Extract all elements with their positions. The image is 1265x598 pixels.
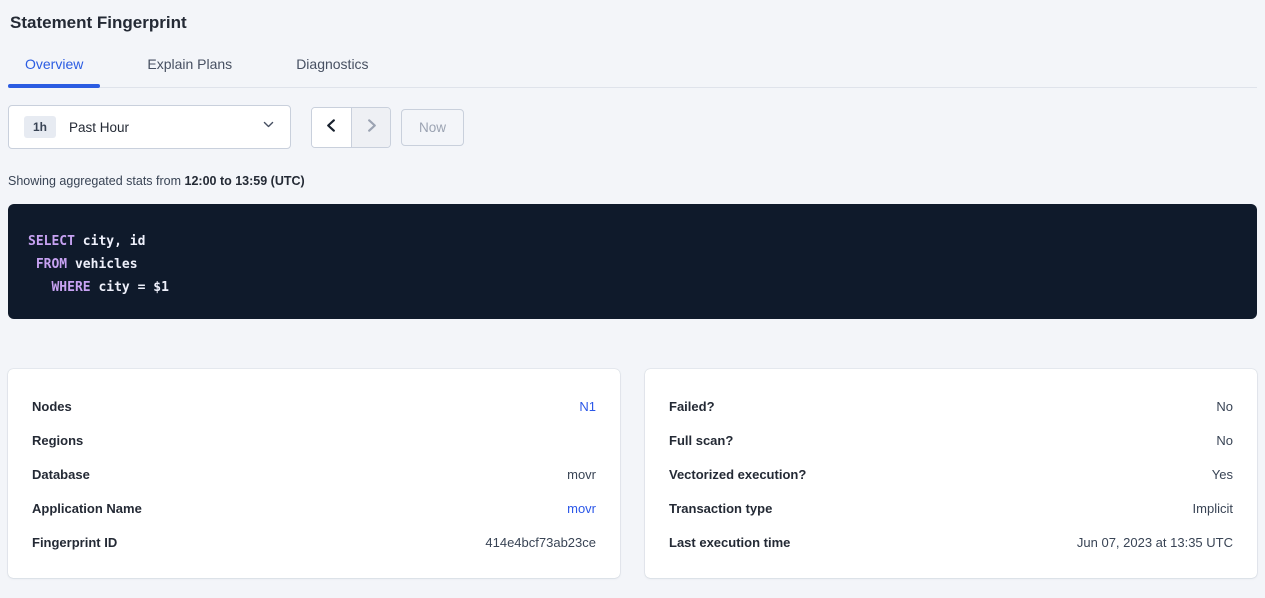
summary-cards: Nodes N1 Regions Database movr Applicati… — [8, 369, 1257, 578]
next-time-button[interactable] — [351, 108, 390, 147]
previous-time-button[interactable] — [312, 108, 351, 147]
table-row: Database movr — [32, 457, 596, 491]
stats-line-prefix: Showing aggregated stats from — [8, 174, 185, 188]
sql-line: SELECT city, id — [28, 230, 1237, 253]
row-value-last-execution-time: Jun 07, 2023 at 13:35 UTC — [1077, 535, 1233, 550]
aggregated-stats-line: Showing aggregated stats from 12:00 to 1… — [8, 174, 1257, 188]
time-range-dropdown[interactable]: 1h Past Hour — [8, 105, 291, 149]
row-value-application-name[interactable]: movr — [567, 501, 596, 516]
row-value-database: movr — [567, 467, 596, 482]
row-label-fingerprint-id: Fingerprint ID — [32, 535, 117, 550]
row-label-regions: Regions — [32, 433, 83, 448]
time-range-badge: 1h — [24, 116, 56, 138]
chevron-down-icon — [262, 118, 275, 136]
row-value-nodes[interactable]: N1 — [579, 399, 596, 414]
time-step-button-group — [311, 107, 391, 148]
tab-bar: Overview Explain Plans Diagnostics — [8, 55, 1257, 88]
sql-keyword: FROM — [36, 257, 67, 272]
table-row: Vectorized execution? Yes — [669, 457, 1233, 491]
table-row: Fingerprint ID 414e4bcf73ab23ce — [32, 525, 596, 559]
time-controls: 1h Past Hour Now — [8, 105, 1257, 149]
table-row: Transaction type Implicit — [669, 491, 1233, 525]
execution-attributes-card: Failed? No Full scan? No Vectorized exec… — [645, 369, 1257, 578]
row-label-nodes: Nodes — [32, 399, 72, 414]
statement-fingerprint-page: Statement Fingerprint Overview Explain P… — [0, 12, 1265, 578]
time-range-label: Past Hour — [69, 120, 262, 135]
row-value-fingerprint-id: 414e4bcf73ab23ce — [485, 535, 596, 550]
table-row: Regions — [32, 423, 596, 457]
sql-statement-box: SELECT city, id FROM vehicles WHERE city… — [8, 204, 1257, 319]
tab-overview[interactable]: Overview — [8, 55, 100, 87]
row-value-transaction-type: Implicit — [1193, 501, 1233, 516]
statement-details-card: Nodes N1 Regions Database movr Applicati… — [8, 369, 620, 578]
sql-line: WHERE city = $1 — [28, 276, 1237, 299]
row-label-failed: Failed? — [669, 399, 715, 414]
table-row: Nodes N1 — [32, 389, 596, 423]
sql-keyword: SELECT — [28, 234, 75, 249]
sql-keyword: WHERE — [51, 280, 90, 295]
row-label-last-execution-time: Last execution time — [669, 535, 790, 550]
sql-line: FROM vehicles — [28, 253, 1237, 276]
stats-line-range: 12:00 to 13:59 (UTC) — [185, 174, 305, 188]
row-label-transaction-type: Transaction type — [669, 501, 772, 516]
chevron-right-icon — [364, 118, 379, 136]
table-row: Failed? No — [669, 389, 1233, 423]
row-value-vectorized-execution: Yes — [1212, 467, 1233, 482]
row-value-full-scan: No — [1216, 433, 1233, 448]
table-row: Application Name movr — [32, 491, 596, 525]
row-label-database: Database — [32, 467, 90, 482]
row-label-vectorized-execution: Vectorized execution? — [669, 467, 806, 482]
tab-diagnostics[interactable]: Diagnostics — [279, 55, 385, 87]
tab-explain-plans[interactable]: Explain Plans — [130, 55, 249, 87]
table-row: Full scan? No — [669, 423, 1233, 457]
row-value-failed: No — [1216, 399, 1233, 414]
chevron-left-icon — [324, 118, 339, 136]
table-row: Last execution time Jun 07, 2023 at 13:3… — [669, 525, 1233, 559]
row-label-full-scan: Full scan? — [669, 433, 733, 448]
now-button[interactable]: Now — [401, 109, 464, 146]
page-title: Statement Fingerprint — [10, 12, 1255, 33]
row-label-application-name: Application Name — [32, 501, 142, 516]
